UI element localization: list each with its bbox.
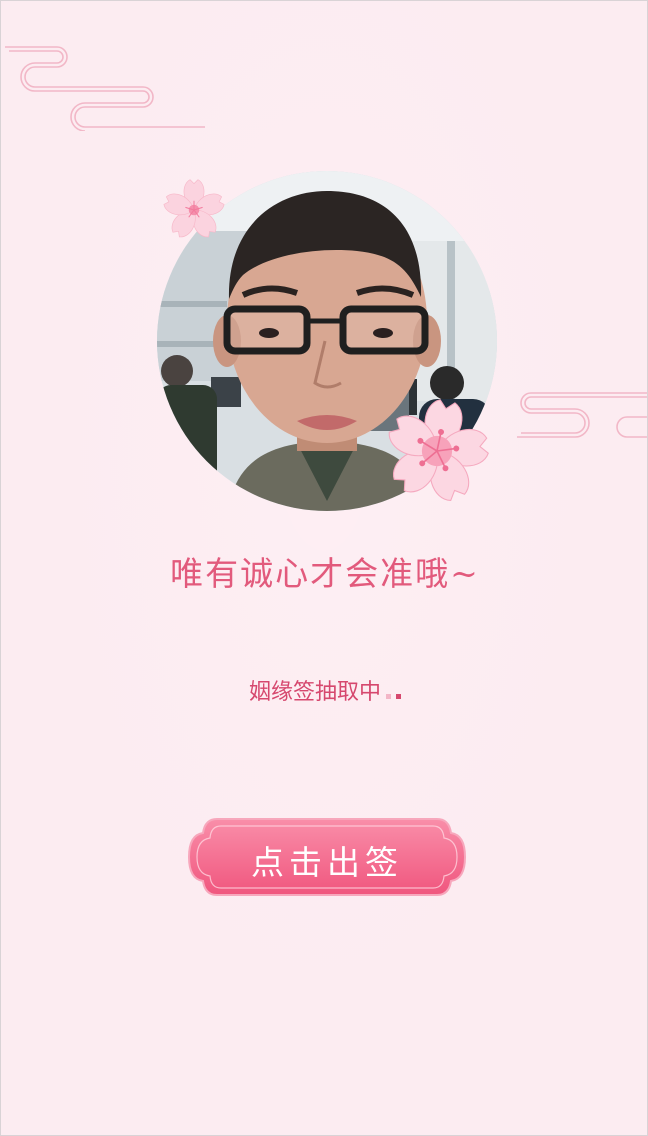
cloud-decor-icon bbox=[517, 392, 647, 438]
draw-fortune-button[interactable]: 点击出签 bbox=[187, 817, 467, 897]
cherry-blossom-icon bbox=[388, 399, 489, 501]
cloud-decor-icon bbox=[5, 46, 205, 131]
fortune-page: 唯有诚心才会准哦~ 姻缘签抽取中 点击出签 bbox=[0, 0, 648, 1136]
cherry-blossom-icon bbox=[163, 179, 225, 238]
loading-dot bbox=[396, 694, 401, 699]
drawing-status: 姻缘签抽取中 bbox=[1, 674, 647, 706]
draw-fortune-button-label: 点击出签 bbox=[251, 843, 403, 882]
drawing-status-label: 姻缘签抽取中 bbox=[248, 680, 381, 705]
loading-dot bbox=[386, 694, 391, 699]
slogan-text: 唯有诚心才会准哦~ bbox=[170, 554, 480, 593]
